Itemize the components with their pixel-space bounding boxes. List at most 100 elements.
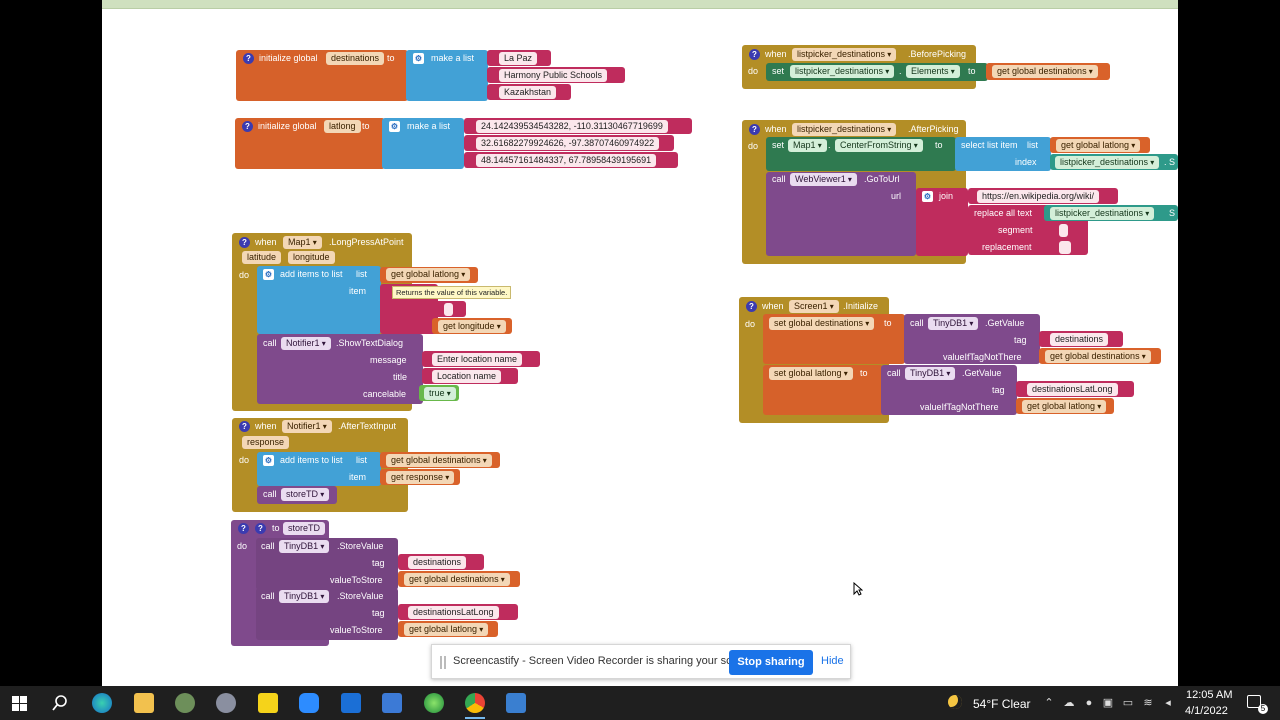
help-icon[interactable]: ?	[242, 121, 253, 132]
string-value[interactable]: 32.61682279924626, -97.38707460974922	[476, 137, 660, 150]
tag-string[interactable]: destinations	[1050, 333, 1109, 346]
get-global-destinations[interactable]: get global destinations	[386, 454, 492, 467]
get-global-destinations[interactable]: get global destinations	[404, 573, 510, 586]
file-explorer-icon[interactable]	[134, 693, 154, 713]
map-dropdown[interactable]: Map1	[788, 139, 827, 152]
chevron-up-icon[interactable]: ⌃	[1043, 697, 1055, 709]
notifier-dropdown[interactable]: Notifier1	[281, 337, 331, 350]
get-global-latlong[interactable]: get global latlong	[1022, 400, 1107, 413]
tag-string[interactable]: destinations	[408, 556, 467, 569]
app-icon[interactable]	[424, 693, 444, 713]
var-name-latlong[interactable]: latlong	[324, 120, 361, 133]
chrome-icon[interactable]	[465, 693, 485, 713]
battery-icon[interactable]: ▭	[1122, 697, 1134, 709]
weather-text[interactable]: 54°F Clear	[973, 697, 1031, 711]
comma-string-value[interactable]	[444, 303, 453, 316]
component-dropdown[interactable]: listpicker_destinations	[792, 123, 897, 136]
gear-icon[interactable]: ⚙	[413, 53, 424, 64]
gear-icon[interactable]: ⚙	[389, 121, 400, 132]
property-dropdown[interactable]: CenterFromString	[835, 139, 923, 152]
to-label: to	[884, 318, 892, 328]
component-dropdown[interactable]: Screen1	[789, 300, 839, 313]
replace-dropdown[interactable]: listpicker_destinations	[1050, 207, 1155, 220]
wifi-icon[interactable]: ≋	[1142, 697, 1154, 709]
get-longitude[interactable]: get longitude	[438, 320, 506, 333]
help-icon[interactable]: ?	[255, 523, 266, 534]
help-icon[interactable]: ?	[239, 421, 250, 432]
empty-string-value[interactable]	[1059, 224, 1068, 237]
microphone-icon[interactable]: ●	[1083, 697, 1095, 709]
index-dropdown[interactable]: listpicker_destinations	[1055, 156, 1160, 169]
volume-icon[interactable]: ◂	[1162, 697, 1174, 709]
webviewer-dropdown[interactable]: WebViewer1	[790, 173, 857, 186]
calculator-icon[interactable]	[382, 693, 402, 713]
cloud-icon[interactable]: ☁	[1063, 697, 1075, 709]
clock-time[interactable]: 12:05 AM	[1186, 689, 1232, 701]
param-latitude[interactable]: latitude	[242, 251, 282, 264]
help-icon[interactable]: ?	[749, 124, 760, 135]
get-global-latlong[interactable]: get global latlong	[1056, 139, 1141, 152]
app-icon[interactable]	[216, 693, 236, 713]
wiki-url-string[interactable]: https://en.wikipedia.org/wiki/	[977, 190, 1100, 203]
help-icon[interactable]: ?	[239, 237, 250, 248]
property-dropdown[interactable]: Elements	[906, 65, 960, 78]
help-icon[interactable]: ?	[243, 53, 254, 64]
photos-icon[interactable]	[506, 693, 526, 713]
camera-icon[interactable]: ▣	[1102, 697, 1114, 709]
blocks-workspace[interactable]: ? initialize global destinations to ⚙ ma…	[102, 0, 1178, 686]
stop-sharing-button[interactable]: Stop sharing	[729, 650, 813, 675]
edge-icon[interactable]	[92, 693, 112, 713]
string-value[interactable]: Kazakhstan	[499, 86, 557, 99]
help-icon[interactable]: ?	[746, 301, 757, 312]
sticky-notes-icon[interactable]	[258, 693, 278, 713]
tinydb-dropdown[interactable]: TinyDB1	[905, 367, 956, 380]
tinydb-dropdown[interactable]: TinyDB1	[279, 590, 330, 603]
tag-string[interactable]: destinationsLatLong	[1027, 383, 1118, 396]
gear-icon[interactable]: ⚙	[922, 191, 933, 202]
cancelable-value[interactable]: true	[424, 387, 456, 400]
title-string[interactable]: Location name	[432, 370, 502, 383]
var-name-destinations[interactable]: destinations	[326, 52, 385, 65]
string-value[interactable]: La Paz	[499, 52, 538, 65]
url-label: url	[891, 191, 902, 201]
gear-icon[interactable]: ⚙	[263, 455, 274, 466]
call-label: call	[263, 338, 277, 348]
set-global-destinations[interactable]: set global destinations	[769, 317, 875, 330]
when-label: when	[765, 49, 787, 59]
string-value[interactable]: 48.14457161484337, 67.78958439195691	[476, 154, 657, 167]
get-global-latlong[interactable]: get global latlong	[386, 268, 471, 281]
windows-start-icon[interactable]	[12, 696, 27, 711]
proc-dropdown[interactable]: storeTD	[281, 488, 330, 501]
get-response[interactable]: get response	[386, 471, 455, 484]
hide-link[interactable]: Hide	[821, 655, 844, 667]
to-label: to	[935, 140, 943, 150]
param-response[interactable]: response	[242, 436, 290, 449]
proc-name[interactable]: storeTD	[283, 522, 326, 535]
outlook-icon[interactable]	[341, 693, 361, 713]
component-dropdown[interactable]: Notifier1	[282, 420, 332, 433]
get-global-latlong[interactable]: get global latlong	[404, 623, 489, 636]
app-icon[interactable]	[175, 693, 195, 713]
string-value[interactable]: 24.142439534543282, -110.31130467719699	[476, 120, 668, 133]
zoom-icon[interactable]	[299, 693, 319, 713]
search-icon[interactable]	[52, 695, 68, 711]
gear-icon[interactable]: ⚙	[263, 269, 274, 280]
get-global-destinations[interactable]: get global destinations	[1045, 350, 1151, 363]
get-global-destinations[interactable]: get global destinations	[992, 65, 1098, 78]
space-string-value[interactable]	[1059, 241, 1071, 254]
param-longitude[interactable]: longitude	[288, 251, 335, 264]
component-dropdown[interactable]: listpicker_destinations	[792, 48, 897, 61]
drag-handle-icon[interactable]	[440, 656, 446, 669]
message-string[interactable]: Enter location name	[432, 353, 523, 366]
set-global-latlong[interactable]: set global latlong	[769, 367, 853, 380]
help-icon[interactable]: ?	[749, 49, 760, 60]
component-dropdown[interactable]: Map1	[283, 236, 322, 249]
target-dropdown[interactable]: listpicker_destinations	[790, 65, 895, 78]
help-icon[interactable]: ?	[238, 523, 249, 534]
tag-string[interactable]: destinationsLatLong	[408, 606, 499, 619]
tinydb-dropdown[interactable]: TinyDB1	[279, 540, 330, 553]
clock-date[interactable]: 4/1/2022	[1185, 705, 1228, 717]
make-list-label: make a list	[407, 121, 451, 131]
string-value[interactable]: Harmony Public Schools	[499, 69, 608, 82]
tinydb-dropdown[interactable]: TinyDB1	[928, 317, 979, 330]
